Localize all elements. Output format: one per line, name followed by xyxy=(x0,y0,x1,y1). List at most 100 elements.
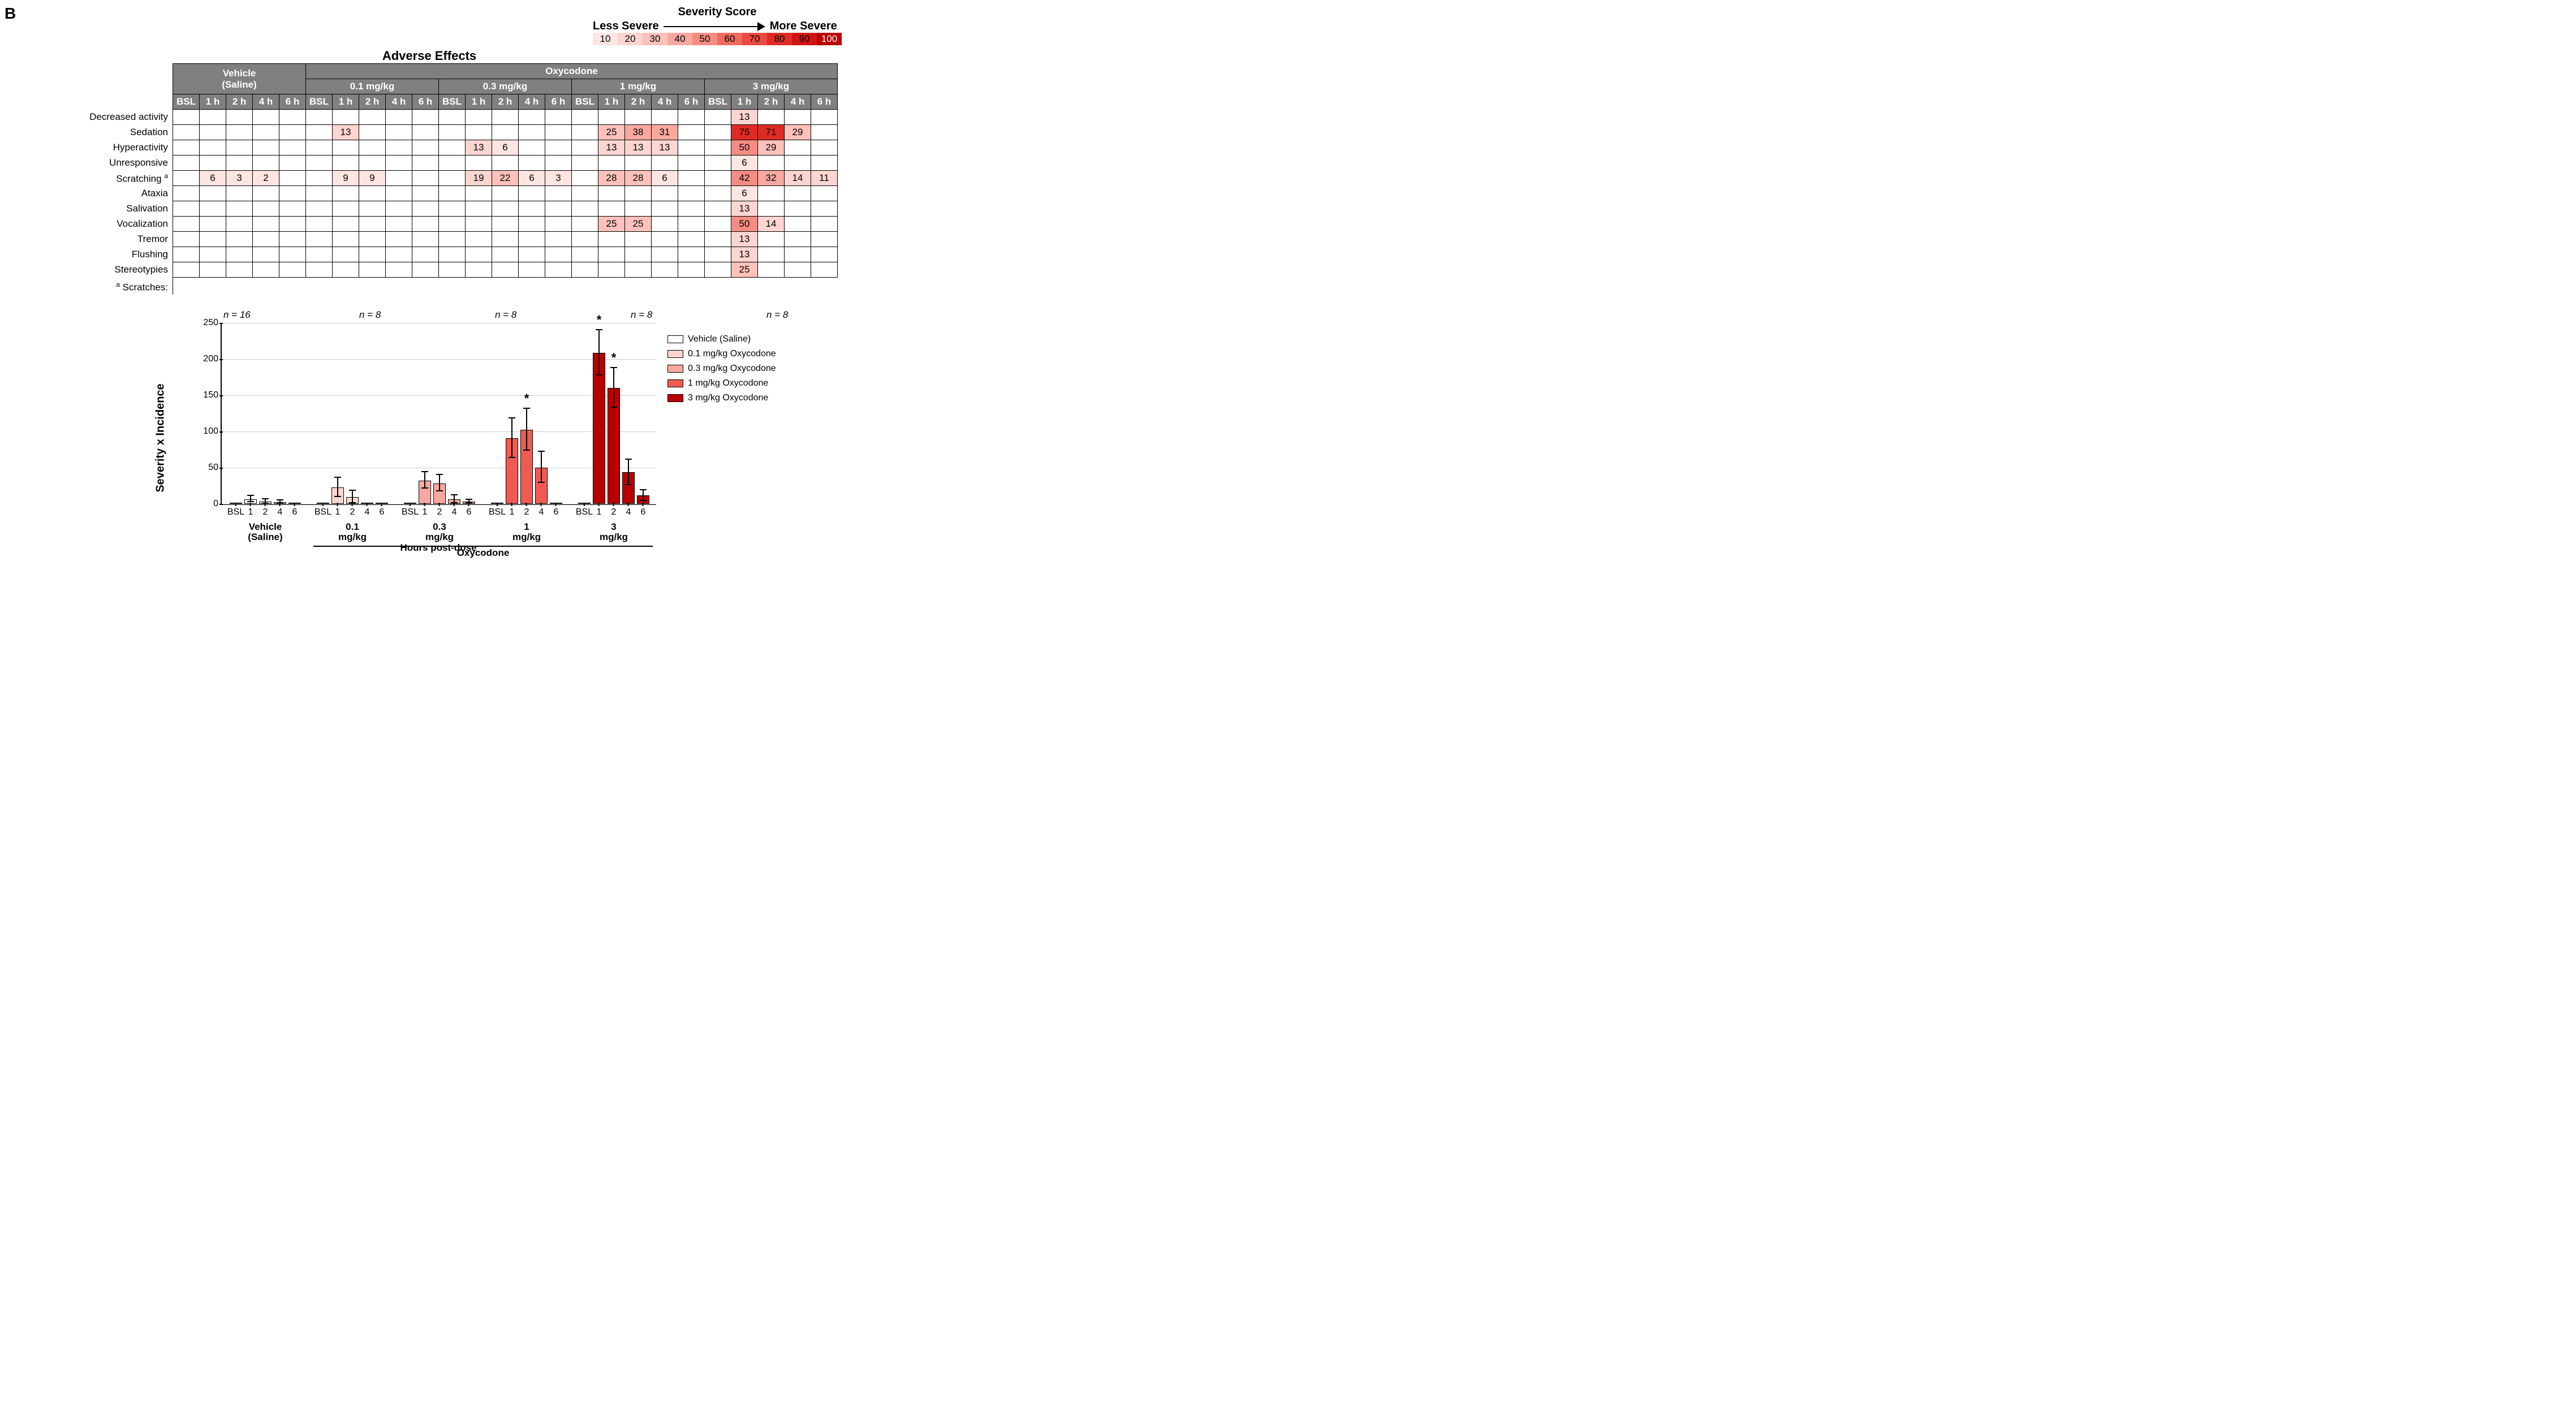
heatmap-cell xyxy=(625,201,652,217)
heatmap-cell xyxy=(678,110,705,125)
heatmap-cell xyxy=(226,262,253,278)
x-tick: 4 xyxy=(365,507,370,517)
x-tick: 1 xyxy=(335,507,341,517)
heatmap-cell: 6 xyxy=(492,140,519,156)
heatmap-cell xyxy=(705,171,731,186)
heatmap-cell: 13 xyxy=(731,247,758,262)
heatmap-cell xyxy=(333,217,359,232)
heatmap-cell xyxy=(519,110,545,125)
legend-more-label: More Severe xyxy=(770,20,837,33)
heatmap: Vehicle(Saline)Oxycodone0.1 mg/kg0.3 mg/… xyxy=(17,63,842,309)
x-tick: 4 xyxy=(626,507,631,517)
x-tick: BSL xyxy=(576,507,593,517)
significance-marker: * xyxy=(524,391,529,406)
heatmap-cell xyxy=(545,140,572,156)
row-label: Scratching a xyxy=(21,171,173,186)
row-label: Vocalization xyxy=(21,217,173,232)
heatmap-cell xyxy=(545,125,572,140)
heatmap-cell xyxy=(359,156,386,171)
legend-item: Vehicle (Saline) xyxy=(667,334,860,344)
heatmap-cell xyxy=(306,171,333,186)
x-tick: 4 xyxy=(452,507,457,517)
heatmap-cell xyxy=(492,232,519,247)
heatmap-cell xyxy=(758,247,785,262)
heatmap-cell xyxy=(226,232,253,247)
heatmap-cell xyxy=(200,232,226,247)
bar xyxy=(608,388,620,504)
heatmap-cell xyxy=(678,262,705,278)
legend-item: 0.3 mg/kg Oxycodone xyxy=(667,364,860,374)
heatmap-cell xyxy=(226,125,253,140)
heatmap-cell xyxy=(811,125,838,140)
heatmap-cell xyxy=(173,156,200,171)
row-label: Hyperactivity xyxy=(21,140,173,156)
heatmap-cell xyxy=(200,110,226,125)
heatmap-cell xyxy=(466,186,492,201)
heatmap-cell xyxy=(785,186,811,201)
heatmap-cell xyxy=(386,125,412,140)
heatmap-cell xyxy=(598,186,625,201)
heatmap-cell xyxy=(519,140,545,156)
heatmap-cell xyxy=(785,217,811,232)
group-label: 3mg/kg xyxy=(600,522,628,543)
heatmap-cell xyxy=(519,232,545,247)
heatmap-cell xyxy=(492,156,519,171)
heatmap-cell xyxy=(306,217,333,232)
heatmap-cell xyxy=(279,232,306,247)
scale-swatch: 20 xyxy=(618,33,643,45)
heatmap-cell xyxy=(279,201,306,217)
y-tick: 150 xyxy=(199,390,218,400)
heatmap-cell xyxy=(811,201,838,217)
heatmap-cell xyxy=(173,232,200,247)
legend-label: Vehicle (Saline) xyxy=(688,334,751,344)
x-tick: 4 xyxy=(539,507,544,517)
heatmap-cell xyxy=(253,247,279,262)
n-value: n = 8 xyxy=(766,309,788,321)
heatmap-cell xyxy=(598,110,625,125)
legend-swatch xyxy=(667,350,683,358)
heatmap-cell xyxy=(705,262,731,278)
heatmap-cell xyxy=(173,140,200,156)
heatmap-cell xyxy=(173,262,200,278)
row-label: Sedation xyxy=(21,125,173,140)
x-tick: 6 xyxy=(554,507,559,517)
scale-swatch: 100 xyxy=(817,33,842,45)
group-label: 1mg/kg xyxy=(512,522,541,543)
heatmap-cell xyxy=(492,201,519,217)
heatmap-cell xyxy=(439,201,466,217)
x-tick: BSL xyxy=(315,507,331,517)
x-axis-label: Hours post-dose xyxy=(215,542,662,554)
heatmap-cell: 25 xyxy=(731,262,758,278)
heatmap-cell xyxy=(811,140,838,156)
heatmap-cell: 32 xyxy=(758,171,785,186)
heatmap-cell: 13 xyxy=(731,201,758,217)
heatmap-cell xyxy=(466,156,492,171)
heatmap-cell: 50 xyxy=(731,217,758,232)
heatmap-cell xyxy=(412,156,439,171)
heatmap-cell xyxy=(200,186,226,201)
heatmap-cell xyxy=(811,156,838,171)
heatmap-cell: 38 xyxy=(625,125,652,140)
heatmap-cell xyxy=(758,110,785,125)
chart-legend: Vehicle (Saline)0.1 mg/kg Oxycodone0.3 m… xyxy=(662,323,860,554)
heatmap-cell: 31 xyxy=(652,125,678,140)
heatmap-cell: 13 xyxy=(625,140,652,156)
heatmap-cell xyxy=(545,247,572,262)
heatmap-cell xyxy=(785,262,811,278)
heatmap-cell xyxy=(572,262,598,278)
heatmap-cell: 6 xyxy=(200,171,226,186)
heatmap-cell xyxy=(572,110,598,125)
heatmap-cell xyxy=(333,247,359,262)
x-tick: 2 xyxy=(350,507,355,517)
heatmap-cell xyxy=(333,262,359,278)
heatmap-cell xyxy=(625,186,652,201)
heatmap-cell xyxy=(173,110,200,125)
heatmap-cell xyxy=(466,217,492,232)
heatmap-cell xyxy=(226,247,253,262)
x-tick: 2 xyxy=(611,507,617,517)
heatmap-cell xyxy=(359,110,386,125)
heatmap-cell xyxy=(439,217,466,232)
heatmap-cell xyxy=(466,262,492,278)
heatmap-cell xyxy=(386,232,412,247)
heatmap-cell xyxy=(519,262,545,278)
